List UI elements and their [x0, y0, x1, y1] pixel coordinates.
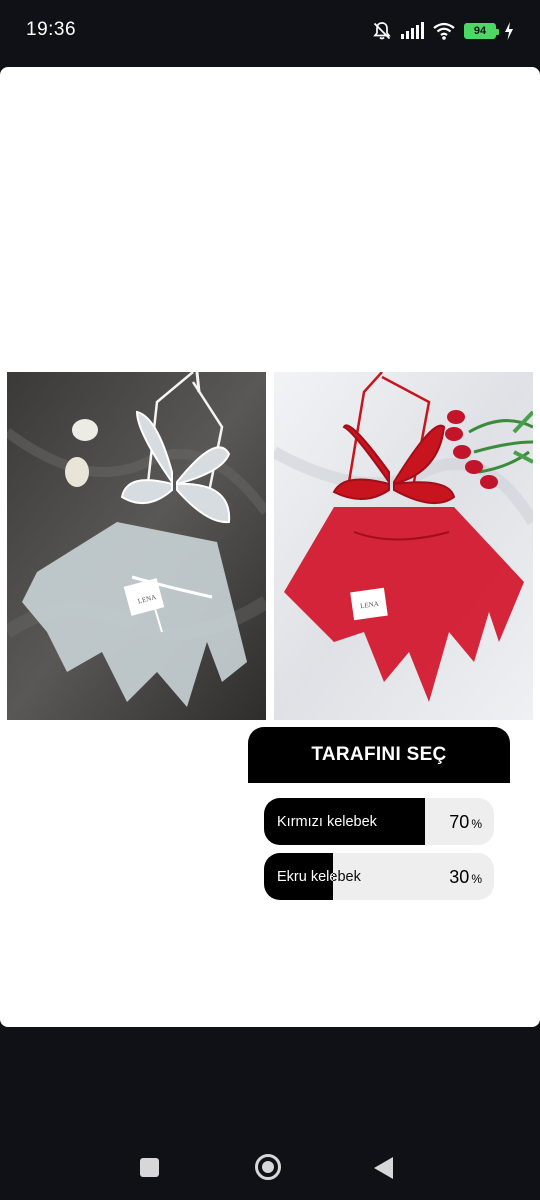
post-card: LENA LENA TARAFINI SEÇ Kırmızı kelebek 7…	[0, 67, 540, 1027]
poll-option-percent: 30 %	[449, 853, 482, 900]
poll-option-label: Kırmızı kelebek	[277, 813, 377, 830]
poll-option-ekru[interactable]: Ekru kelebek 30 %	[264, 853, 494, 900]
battery-level: 94	[473, 25, 487, 37]
poll-option-kirmizi[interactable]: Kırmızı kelebek 70 %	[264, 798, 494, 845]
poll-percent-value: 30	[449, 867, 470, 887]
white-butterfly-image: LENA	[7, 372, 266, 720]
product-photos: LENA LENA	[7, 372, 533, 720]
home-icon[interactable]	[255, 1154, 281, 1180]
poll-percent-sign: %	[471, 872, 482, 886]
status-time: 19:36	[26, 19, 77, 40]
poll-option-label: Ekru kelebek	[277, 868, 361, 885]
poll-title: TARAFINI SEÇ	[248, 727, 510, 783]
recents-icon[interactable]	[140, 1158, 159, 1177]
poll-percent-sign: %	[471, 817, 482, 831]
status-bar: 19:36 94	[0, 0, 540, 62]
signal-icon	[401, 22, 424, 39]
poll-option-percent: 70 %	[449, 798, 482, 845]
charging-icon	[505, 22, 513, 40]
white-butterfly-photo[interactable]: LENA	[7, 372, 266, 720]
bell-off-icon	[373, 22, 391, 40]
red-butterfly-photo[interactable]: LENA	[274, 372, 533, 720]
battery-icon: 94	[464, 23, 499, 39]
poll-percent-value: 70	[449, 812, 470, 832]
red-butterfly-image: LENA	[274, 372, 533, 720]
back-icon[interactable]	[374, 1157, 393, 1179]
status-icons: 94	[372, 20, 514, 42]
system-nav-bar	[0, 1130, 540, 1200]
wifi-icon	[433, 22, 455, 40]
